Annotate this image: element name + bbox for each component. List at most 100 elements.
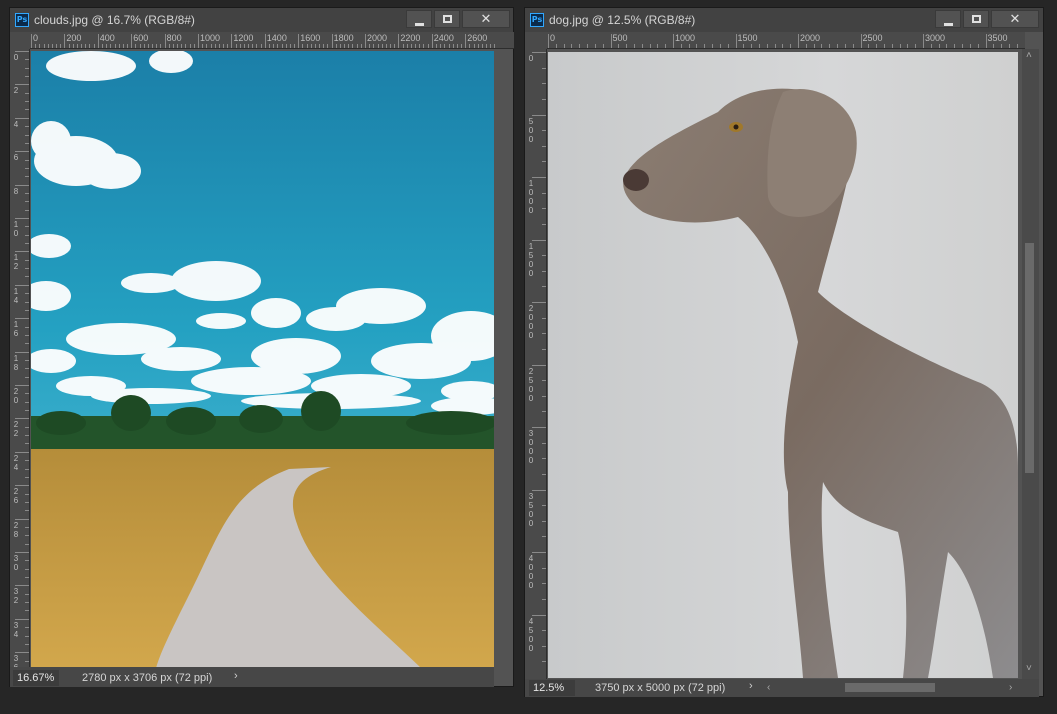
ruler-minor-tick xyxy=(47,44,49,48)
ruler-minor-tick xyxy=(302,44,304,48)
maximize-button[interactable] xyxy=(963,10,989,28)
ruler-tick xyxy=(532,427,546,428)
ruler-label: 500 xyxy=(528,116,534,144)
dog-portrait-image xyxy=(548,52,1018,678)
ruler-minor-tick xyxy=(481,44,483,48)
ruler-label: 8 xyxy=(13,186,19,196)
chevron-up-icon[interactable]: ˄ xyxy=(1026,50,1032,61)
horizontal-scroll-thumb[interactable] xyxy=(845,683,935,692)
ruler-minor-tick xyxy=(214,44,216,48)
ruler-minor-tick xyxy=(542,98,546,100)
ruler-minor-tick xyxy=(25,359,29,361)
ruler-minor-tick xyxy=(25,343,29,345)
ruler-minor-tick xyxy=(542,83,546,85)
ruler-minor-tick xyxy=(876,44,878,48)
ruler-tick xyxy=(15,184,29,186)
ruler-tick xyxy=(798,34,799,48)
ruler-minor-tick xyxy=(56,44,58,48)
ruler-label: 1800 xyxy=(333,33,354,43)
ruler-minor-tick xyxy=(185,44,187,48)
dog-image-canvas[interactable] xyxy=(548,52,1018,678)
ruler-minor-tick xyxy=(883,44,885,48)
dog-window-title: dog.jpg @ 12.5% (RGB/8#) xyxy=(549,13,696,27)
ruler-minor-tick xyxy=(448,44,450,48)
ruler-tick xyxy=(365,34,366,48)
dog-document-window[interactable]: Ps dog.jpg @ 12.5% (RGB/8#) ✕ 0 500 1000 15… xyxy=(524,7,1044,697)
ruler-minor-tick xyxy=(25,167,29,169)
chevron-left-icon[interactable]: ‹ xyxy=(767,682,770,693)
clouds-image-canvas[interactable] xyxy=(31,51,494,668)
close-button[interactable]: ✕ xyxy=(991,10,1039,28)
vertical-ruler[interactable]: 024681012141618202224262830323436 xyxy=(10,49,30,667)
ruler-label: 4 xyxy=(13,119,19,129)
vertical-scrollbar[interactable]: ˄ ˅ xyxy=(1022,49,1039,679)
ruler-tick xyxy=(532,177,546,178)
vertical-scroll-thumb[interactable] xyxy=(1025,243,1034,473)
ruler-minor-tick xyxy=(25,276,29,278)
ruler-minor-tick xyxy=(281,44,283,48)
ruler-minor-tick xyxy=(394,44,396,48)
ruler-minor-tick xyxy=(373,44,375,48)
ruler-label: 16 xyxy=(13,320,19,339)
ruler-tick xyxy=(610,34,612,48)
ruler-minor-tick xyxy=(25,243,29,245)
ruler-label: 1600 xyxy=(300,33,321,43)
minimize-button[interactable] xyxy=(935,10,961,28)
ruler-minor-tick xyxy=(774,44,776,48)
ruler-label: 14 xyxy=(13,286,19,305)
document-info[interactable]: 3750 px x 5000 px (72 ppi) xyxy=(595,681,725,695)
ruler-minor-tick xyxy=(782,44,784,48)
ruler-minor-tick xyxy=(444,44,446,48)
maximize-button[interactable] xyxy=(434,10,460,28)
ruler-tick xyxy=(131,34,133,48)
ruler-minor-tick xyxy=(25,435,29,437)
ruler-label: 22 xyxy=(13,420,19,439)
photoshop-icon: Ps xyxy=(530,13,544,27)
document-info[interactable]: 2780 px x 3706 px (72 ppi) xyxy=(82,671,212,685)
horizontal-ruler[interactable]: 0 500 1000 1500 2000 2500 3000 3500 xyxy=(547,32,1025,49)
ruler-label: 3000 xyxy=(528,429,534,465)
ruler-minor-tick xyxy=(486,44,488,48)
clouds-title-bar[interactable]: Ps clouds.jpg @ 16.7% (RGB/8#) ✕ xyxy=(10,8,513,32)
ruler-minor-tick xyxy=(223,44,225,48)
ruler-label: 18 xyxy=(13,353,19,372)
ruler-tick xyxy=(15,351,29,353)
ruler-minor-tick xyxy=(626,44,628,48)
horizontal-ruler[interactable]: 0 200 400 600 800 1000 1200 1400 1600 1800 2000 220… xyxy=(30,32,514,49)
ruler-tick xyxy=(673,34,674,48)
ruler-minor-tick xyxy=(494,44,496,48)
close-button[interactable]: ✕ xyxy=(462,10,510,28)
chevron-down-icon[interactable]: ˅ xyxy=(1026,663,1032,674)
ruler-minor-tick xyxy=(377,44,379,48)
ruler-minor-tick xyxy=(25,234,29,236)
ruler-minor-tick xyxy=(665,44,667,48)
ruler-origin[interactable] xyxy=(10,32,30,49)
ruler-minor-tick xyxy=(25,334,29,336)
minimize-button[interactable] xyxy=(406,10,432,28)
chevron-right-icon[interactable]: › xyxy=(749,680,753,692)
ruler-minor-tick xyxy=(139,44,141,48)
ruler-label: 4500 xyxy=(528,616,534,653)
ruler-tick xyxy=(15,251,29,253)
ruler-tick xyxy=(923,34,924,48)
chevron-right-icon[interactable]: › xyxy=(1009,682,1012,693)
ruler-minor-tick xyxy=(954,44,956,48)
ruler-minor-tick xyxy=(25,401,29,403)
chevron-right-icon[interactable]: › xyxy=(234,670,238,682)
clouds-status-bar: 16.67% 2780 px x 3706 px (72 ppi) › xyxy=(10,667,494,687)
ruler-minor-tick xyxy=(348,44,350,48)
zoom-level-field[interactable]: 12.5% xyxy=(529,680,575,696)
ruler-minor-tick xyxy=(243,44,245,48)
ruler-minor-tick xyxy=(727,44,729,48)
ruler-origin[interactable] xyxy=(525,32,547,49)
vertical-ruler[interactable]: 0 500 1000 1500 2000 2500 3000 3500 4000 4500 xyxy=(525,49,547,679)
zoom-level-field[interactable]: 16.67% xyxy=(13,670,59,686)
ruler-minor-tick xyxy=(891,44,893,48)
ruler-minor-tick xyxy=(385,44,387,48)
dog-title-bar[interactable]: Ps dog.jpg @ 12.5% (RGB/8#) ✕ xyxy=(525,8,1043,32)
ruler-minor-tick xyxy=(633,44,635,48)
ruler-minor-tick xyxy=(327,44,329,48)
clouds-document-window[interactable]: Ps clouds.jpg @ 16.7% (RGB/8#) ✕ 0 200 400… xyxy=(9,7,514,687)
ruler-minor-tick xyxy=(25,643,29,645)
ruler-minor-tick xyxy=(189,44,191,48)
